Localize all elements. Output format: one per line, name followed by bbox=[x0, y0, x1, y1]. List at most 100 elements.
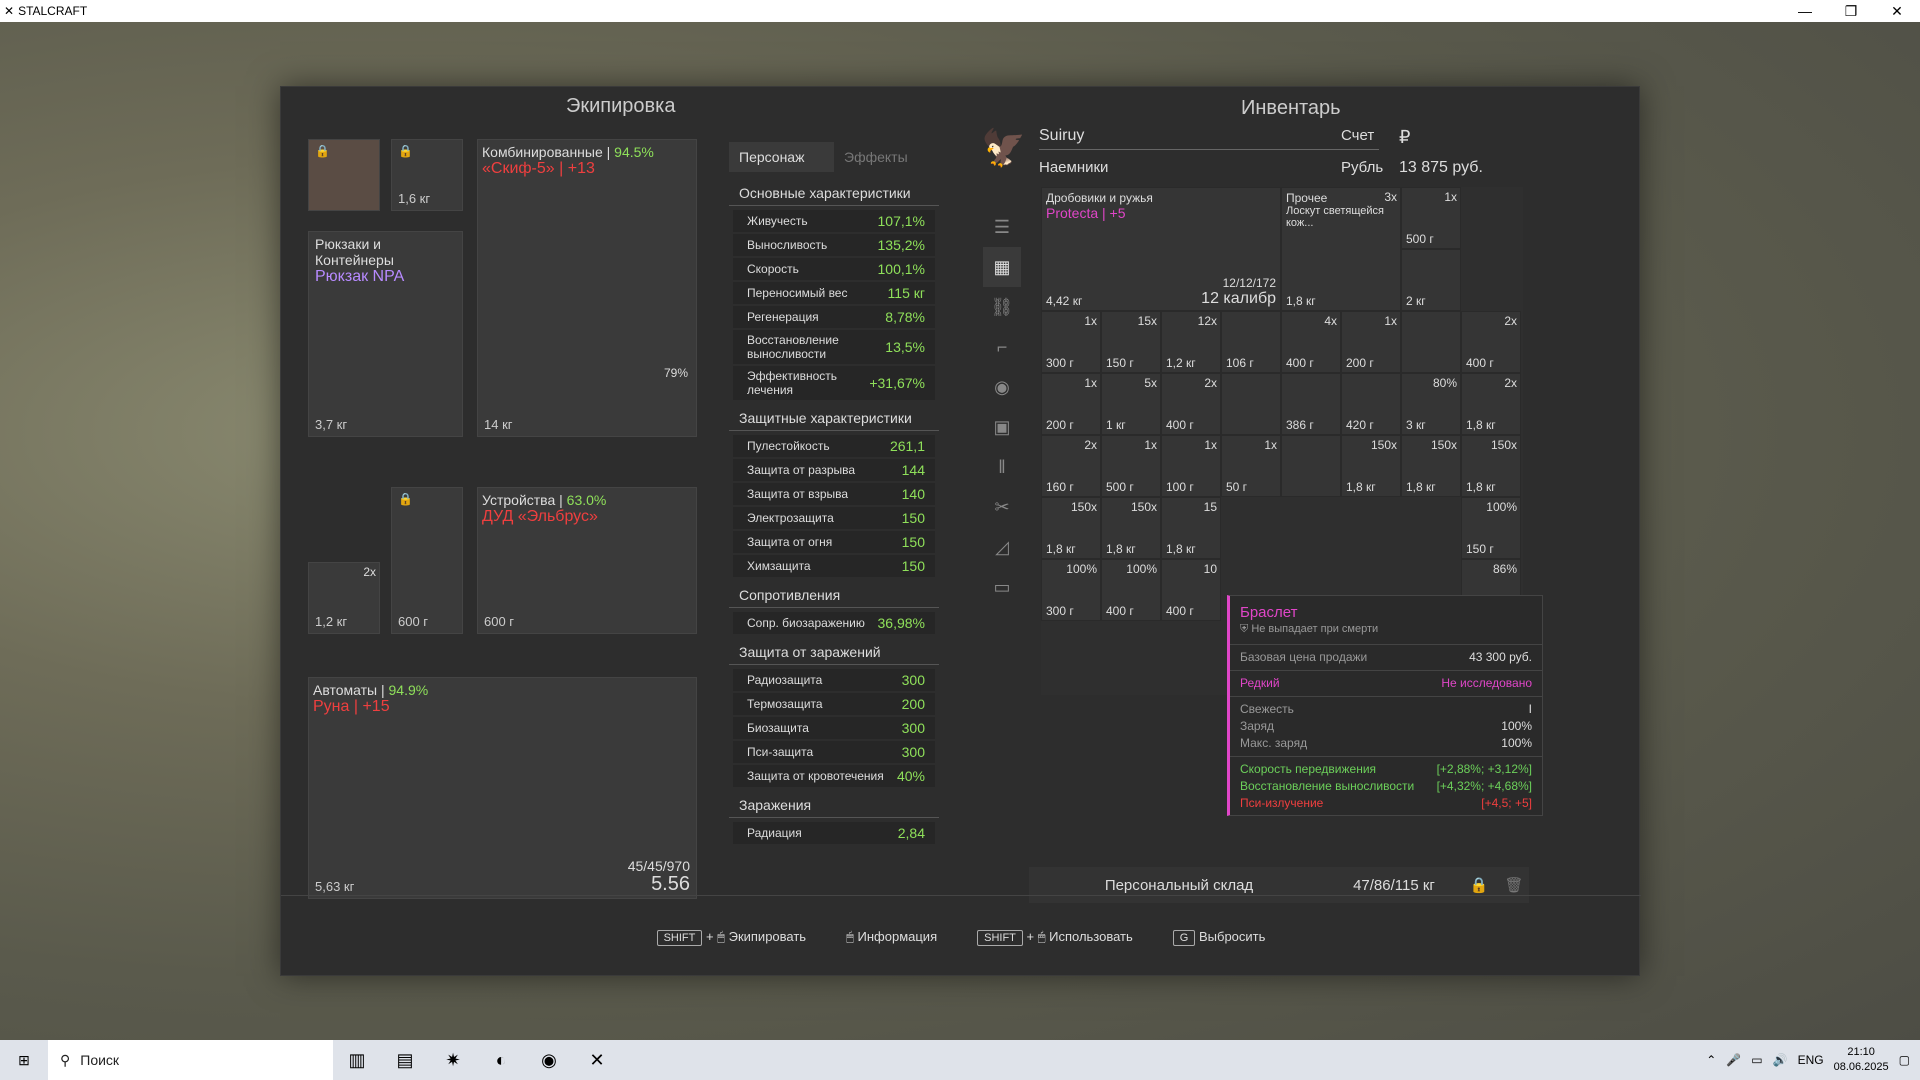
inventory-cell[interactable] bbox=[1401, 311, 1461, 373]
inventory-cell[interactable] bbox=[1221, 373, 1281, 435]
armor-category-line: Комбинированные | 94.5% bbox=[482, 144, 654, 160]
item-weight: 1,6 кг bbox=[398, 191, 431, 206]
mic-icon[interactable]: 🎤 bbox=[1726, 1053, 1741, 1067]
stat-value: 200 bbox=[901, 696, 925, 712]
inventory-cell[interactable]: 500 г 1x bbox=[1401, 187, 1461, 249]
armor-icon[interactable]: ◉ bbox=[983, 367, 1021, 407]
inventory-cell[interactable]: 420 г bbox=[1341, 373, 1401, 435]
item-count: 1x bbox=[1084, 376, 1097, 390]
item-weight: 400 г bbox=[1166, 604, 1194, 618]
inventory-cell[interactable]: 300 г 1x bbox=[1041, 311, 1101, 373]
tooltip-label: Скорость передвижения bbox=[1240, 762, 1377, 776]
backpack-slot[interactable]: Рюкзаки и Контейнеры Рюкзак NPA 3,7 кг bbox=[308, 231, 463, 437]
clock[interactable]: 21:10 08.06.2025 bbox=[1834, 1045, 1889, 1075]
inventory-cell[interactable]: 1,8 кг 150x bbox=[1041, 497, 1101, 559]
language-indicator[interactable]: ENG bbox=[1798, 1053, 1824, 1067]
item-weight: 1,8 кг bbox=[1106, 542, 1136, 556]
chrome-icon[interactable]: ◉ bbox=[525, 1040, 573, 1080]
app-icon-1[interactable]: ▤ bbox=[381, 1040, 429, 1080]
lock-icon[interactable]: 🔒 bbox=[1459, 876, 1499, 894]
inventory-cell[interactable]: 1,8 кг 2x bbox=[1461, 373, 1521, 435]
grid-view-icon[interactable]: ▦ bbox=[983, 247, 1021, 287]
inventory-cell[interactable]: 1,8 кг 150x bbox=[1461, 435, 1521, 497]
item-weight: 300 г bbox=[1046, 356, 1074, 370]
inventory-cell[interactable]: 400 г 4x bbox=[1281, 311, 1341, 373]
inventory-cell[interactable]: 300 г 100% bbox=[1041, 559, 1101, 621]
inventory-dialog: Экипировка 🔒 🔒 1,6 кг Рюкзаки и Контейнер… bbox=[280, 86, 1641, 976]
tools-icon[interactable]: ✂ bbox=[983, 487, 1021, 527]
app-icon-2[interactable]: ✷ bbox=[429, 1040, 477, 1080]
stalcraft-taskbar-icon[interactable]: ✕ bbox=[573, 1040, 621, 1080]
inventory-cell[interactable]: 400 г 2x bbox=[1461, 311, 1521, 373]
list-view-icon[interactable]: ☰ bbox=[983, 207, 1021, 247]
inventory-cell[interactable] bbox=[1281, 435, 1341, 497]
storage-button[interactable]: Персональный склад bbox=[1029, 877, 1329, 894]
inventory-cell[interactable]: 50 г 1x bbox=[1221, 435, 1281, 497]
inventory-cell[interactable]: 200 г 1x bbox=[1341, 311, 1401, 373]
link-icon[interactable]: ⛓ bbox=[983, 287, 1021, 327]
tab-character[interactable]: Персонаж bbox=[729, 142, 834, 172]
item-weight: 420 г bbox=[1346, 418, 1374, 432]
maximize-button[interactable]: ❐ bbox=[1828, 3, 1874, 20]
shotgun-item[interactable]: Дробовики и ружья Protecta | +5 12/12/17… bbox=[1041, 187, 1281, 311]
inventory-cell[interactable]: 400 г 100% bbox=[1101, 559, 1161, 621]
armor-category: Комбинированные bbox=[482, 144, 603, 160]
inventory-cell[interactable]: 100 г 1x bbox=[1161, 435, 1221, 497]
minimize-button[interactable]: — bbox=[1782, 3, 1828, 20]
stats-panel[interactable]: Основные характеристики Живучесть 107,1% В… bbox=[729, 177, 939, 897]
shovel-slot[interactable]: 🔒 600 г bbox=[391, 487, 463, 634]
ammo-icon[interactable]: ‖ bbox=[983, 447, 1021, 487]
inventory-cell[interactable]: 400 г 10 bbox=[1161, 559, 1221, 621]
device-category: Устройства bbox=[482, 492, 556, 508]
inventory-cell[interactable]: 1 кг 5x bbox=[1101, 373, 1161, 435]
volume-icon[interactable]: 🔊 bbox=[1773, 1053, 1788, 1067]
stat-value: 40% bbox=[896, 768, 925, 784]
discord-icon[interactable]: ◐ bbox=[477, 1040, 525, 1080]
item-tooltip: Браслет ⛨ Не выпадает при смерти Базовая… bbox=[1227, 595, 1543, 816]
inventory-cell[interactable]: 3 кг 80% bbox=[1401, 373, 1461, 435]
rifle-icon[interactable]: ⌐ bbox=[983, 327, 1021, 367]
inventory-cell[interactable]: 1,8 кг 150x bbox=[1341, 435, 1401, 497]
inventory-cell[interactable]: 106 г bbox=[1221, 311, 1281, 373]
inventory-cell[interactable]: 386 г bbox=[1281, 373, 1341, 435]
inventory-cell[interactable]: 1,8 кг 15 bbox=[1161, 497, 1221, 559]
tooltip-label: Базовая цена продажи bbox=[1240, 650, 1368, 664]
inventory-cell[interactable]: 400 г 2x bbox=[1161, 373, 1221, 435]
container-icon[interactable]: ▣ bbox=[983, 407, 1021, 447]
network-icon[interactable]: ▭ bbox=[1751, 1053, 1762, 1067]
trash-icon[interactable]: 🗑 bbox=[1499, 876, 1529, 894]
misc-item[interactable]: Прочее 3x Лоскут светящейся кож... 1,8 к… bbox=[1281, 187, 1401, 311]
box-icon[interactable]: ▭ bbox=[983, 567, 1021, 607]
windows-start-icon[interactable]: ⊞ bbox=[0, 1040, 48, 1080]
item-count: 5x bbox=[1144, 376, 1157, 390]
inventory-cell[interactable]: 1,8 кг 150x bbox=[1101, 497, 1161, 559]
close-button[interactable]: ✕ bbox=[1874, 3, 1920, 20]
device-slot[interactable]: Устройства | 63.0% ДУД «Эльбрус» 600 г bbox=[477, 487, 697, 634]
inventory-cell[interactable]: 500 г 1x bbox=[1101, 435, 1161, 497]
item-weight: 400 г bbox=[1166, 418, 1194, 432]
primary-weapon-slot[interactable]: Автоматы | 94.9% Руна | +15 45/45/970 5.… bbox=[308, 677, 697, 899]
misc-icon[interactable]: ◿ bbox=[983, 527, 1021, 567]
inventory-cell[interactable]: 150 г 100% bbox=[1461, 497, 1521, 559]
inventory-cell[interactable]: 1,2 кг 12x bbox=[1161, 311, 1221, 373]
task-view-icon[interactable]: ▥ bbox=[333, 1040, 381, 1080]
search-box[interactable]: ⚲ Поиск bbox=[48, 1040, 333, 1080]
device-condition: 63.0% bbox=[566, 492, 607, 508]
g-key: G bbox=[1172, 930, 1196, 946]
tooltip-rarity: Редкий bbox=[1240, 676, 1280, 690]
head-slot[interactable]: 🔒 bbox=[308, 139, 380, 211]
inventory-cell[interactable]: 160 г 2x bbox=[1041, 435, 1101, 497]
inventory-cell[interactable]: 150 г 15x bbox=[1101, 311, 1161, 373]
grenade-slot[interactable]: 2x 1,2 кг bbox=[308, 562, 380, 634]
tooltip-value: 100% bbox=[1501, 719, 1532, 733]
head-device-slot[interactable]: 🔒 1,6 кг bbox=[391, 139, 463, 211]
item-count: 1x bbox=[1264, 438, 1277, 452]
notification-icon[interactable]: ▢ bbox=[1899, 1053, 1910, 1067]
armor-slot[interactable]: Комбинированные | 94.5% «Скиф-5» | +13 7… bbox=[477, 139, 697, 437]
tab-effects[interactable]: Эффекты bbox=[834, 142, 939, 172]
inventory-cell[interactable]: 2 кг bbox=[1401, 249, 1461, 311]
inventory-cell[interactable]: 1,8 кг 150x bbox=[1401, 435, 1461, 497]
inventory-cell[interactable]: 200 г 1x bbox=[1041, 373, 1101, 435]
chevron-up-icon[interactable]: ⌃ bbox=[1706, 1053, 1716, 1067]
ruble-icon[interactable]: ₽ bbox=[1399, 127, 1410, 148]
